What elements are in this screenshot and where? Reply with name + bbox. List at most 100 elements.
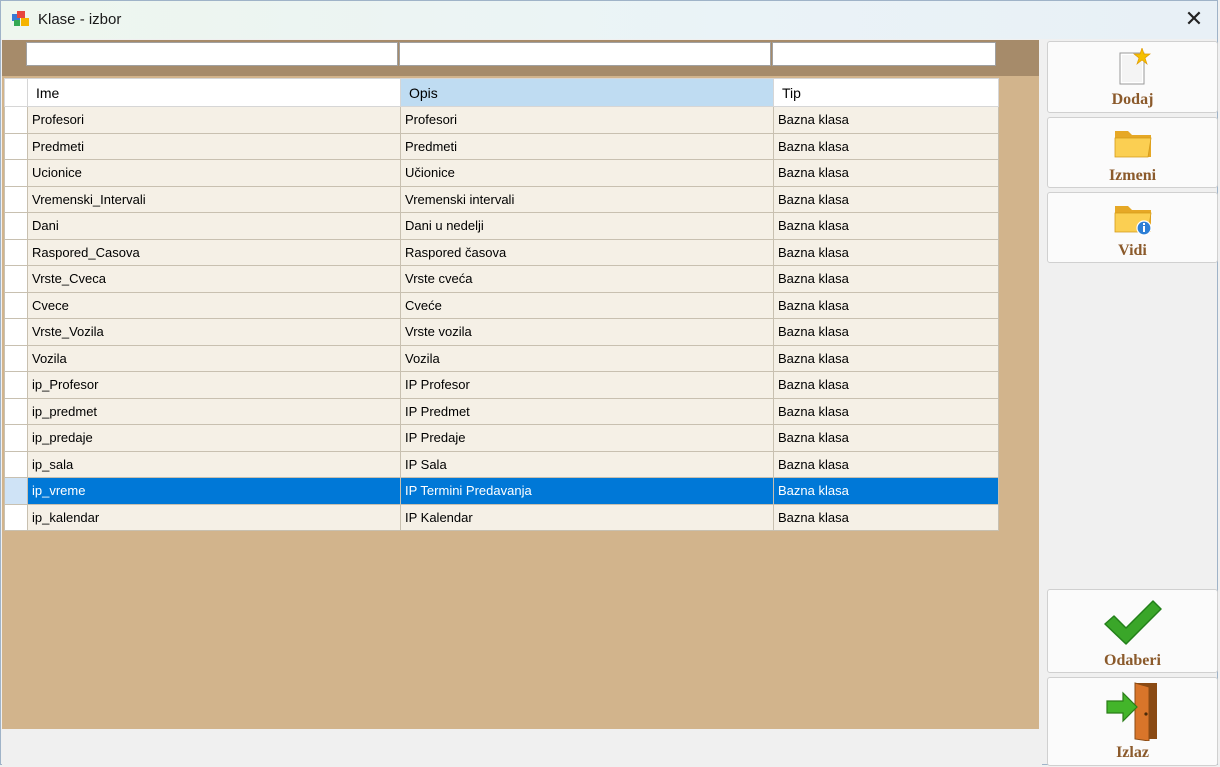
table-row[interactable]: Profesori Profesori Bazna klasa [4, 106, 999, 134]
filter-ime-input[interactable] [26, 42, 398, 66]
table-row[interactable]: Raspored_Casova Raspored časova Bazna klas… [4, 238, 999, 266]
table-row[interactable]: Vrste_Cveca Vrste cveća Bazna klasa [4, 265, 999, 293]
table-row[interactable]: Cvece Cveće Bazna klasa [4, 291, 999, 319]
table-row[interactable]: ip_vreme IP Termini Predavanja Bazna klasa [4, 477, 999, 505]
row-header-cell[interactable] [4, 106, 28, 134]
cell-opis[interactable]: IP Profesor [400, 371, 774, 399]
cell-ime[interactable]: Predmeti [27, 132, 401, 160]
window-title: Klase - izbor [38, 11, 122, 28]
cell-tip[interactable]: Bazna klasa [773, 371, 999, 399]
row-header-cell[interactable] [4, 212, 28, 240]
row-header-cell[interactable] [4, 450, 28, 478]
checkmark-icon [1103, 600, 1162, 645]
cell-opis[interactable]: Profesori [400, 106, 774, 134]
table-row[interactable]: ip_Profesor IP Profesor Bazna klasa [4, 371, 999, 399]
row-header-cell[interactable] [4, 185, 28, 213]
row-header-cell[interactable] [4, 291, 28, 319]
cell-tip[interactable]: Bazna klasa [773, 238, 999, 266]
row-header-cell[interactable] [4, 238, 28, 266]
column-header-ime[interactable]: Ime [27, 78, 401, 107]
cell-opis[interactable]: Učionice [400, 159, 774, 187]
cell-tip[interactable]: Bazna klasa [773, 344, 999, 372]
cell-opis[interactable]: Vremenski intervali [400, 185, 774, 213]
cell-tip[interactable]: Bazna klasa [773, 132, 999, 160]
cell-ime[interactable]: Raspored_Casova [27, 238, 401, 266]
table-row[interactable]: Vremenski_Intervali Vremenski intervali Ba… [4, 185, 999, 213]
cell-opis[interactable]: IP Sala [400, 450, 774, 478]
table-row[interactable]: ip_sala IP Sala Bazna klasa [4, 450, 999, 478]
row-header-cell[interactable] [4, 132, 28, 160]
close-icon[interactable]: ✕ [1181, 6, 1207, 32]
table-header-row: Ime Opis Tip [4, 78, 999, 107]
cell-ime[interactable]: ip_sala [27, 450, 401, 478]
cell-ime[interactable]: Vozila [27, 344, 401, 372]
table-row[interactable]: ip_predmet IP Predmet Bazna klasa [4, 397, 999, 425]
table-row[interactable]: ip_kalendar IP Kalendar Bazna klasa [4, 503, 999, 531]
cell-opis[interactable]: IP Kalendar [400, 503, 774, 531]
cell-opis[interactable]: Predmeti [400, 132, 774, 160]
cell-ime[interactable]: Profesori [27, 106, 401, 134]
vidi-button[interactable]: Vidi [1047, 192, 1218, 263]
cell-tip[interactable]: Bazna klasa [773, 424, 999, 452]
cell-opis[interactable]: Vrste cveća [400, 265, 774, 293]
cell-ime[interactable]: Vrste_Vozila [27, 318, 401, 346]
cell-ime[interactable]: ip_vreme [27, 477, 401, 505]
row-header-cell[interactable] [4, 265, 28, 293]
row-header-cell[interactable] [4, 371, 28, 399]
cell-ime[interactable]: ip_predaje [27, 424, 401, 452]
cell-opis[interactable]: IP Predmet [400, 397, 774, 425]
cell-ime[interactable]: Dani [27, 212, 401, 240]
row-header-cell[interactable] [4, 477, 28, 505]
table-row[interactable]: ip_predaje IP Predaje Bazna klasa [4, 424, 999, 452]
table-row[interactable]: Vrste_Vozila Vrste vozila Bazna klasa [4, 318, 999, 346]
classes-table: Ime Opis Tip Profesori Profesori Bazna kla… [4, 78, 999, 531]
odaberi-button[interactable]: Odaberi [1047, 589, 1218, 673]
cell-opis[interactable]: IP Termini Predavanja [400, 477, 774, 505]
table-row[interactable]: Vozila Vozila Bazna klasa [4, 344, 999, 372]
cell-tip[interactable]: Bazna klasa [773, 318, 999, 346]
cell-ime[interactable]: Ucionice [27, 159, 401, 187]
izmeni-button[interactable]: Izmeni [1047, 117, 1218, 188]
cell-opis[interactable]: Vozila [400, 344, 774, 372]
row-header-cell[interactable] [4, 397, 28, 425]
izlaz-button[interactable]: Izlaz [1047, 677, 1218, 766]
row-header-cell[interactable] [4, 344, 28, 372]
cell-tip[interactable]: Bazna klasa [773, 106, 999, 134]
filter-tip-input[interactable] [772, 42, 996, 66]
cell-tip[interactable]: Bazna klasa [773, 397, 999, 425]
cell-opis[interactable]: Dani u nedelji [400, 212, 774, 240]
cell-opis[interactable]: Raspored časova [400, 238, 774, 266]
row-header-cell[interactable] [4, 318, 28, 346]
cell-tip[interactable]: Bazna klasa [773, 477, 999, 505]
row-header-cell[interactable] [4, 503, 28, 531]
table-row[interactable]: Predmeti Predmeti Bazna klasa [4, 132, 999, 160]
column-header-opis[interactable]: Opis [400, 78, 774, 107]
folder-info-icon [1114, 206, 1152, 236]
status-strip [2, 729, 1042, 765]
cell-tip[interactable]: Bazna klasa [773, 185, 999, 213]
new-document-icon [1119, 48, 1151, 85]
cell-tip[interactable]: Bazna klasa [773, 212, 999, 240]
cell-tip[interactable]: Bazna klasa [773, 291, 999, 319]
filter-opis-input[interactable] [399, 42, 771, 66]
cell-tip[interactable]: Bazna klasa [773, 503, 999, 531]
dodaj-button[interactable]: Dodaj [1047, 41, 1218, 113]
table-row[interactable]: Dani Dani u nedelji Bazna klasa [4, 212, 999, 240]
cell-ime[interactable]: Vremenski_Intervali [27, 185, 401, 213]
cell-tip[interactable]: Bazna klasa [773, 450, 999, 478]
row-header-cell[interactable] [4, 159, 28, 187]
cell-tip[interactable]: Bazna klasa [773, 265, 999, 293]
cell-opis[interactable]: IP Predaje [400, 424, 774, 452]
cell-opis[interactable]: Vrste vozila [400, 318, 774, 346]
cell-ime[interactable]: Vrste_Cveca [27, 265, 401, 293]
column-header-tip[interactable]: Tip [773, 78, 999, 107]
izmeni-label: Izmeni [1108, 167, 1157, 184]
table-row[interactable]: Ucionice Učionice Bazna klasa [4, 159, 999, 187]
cell-ime[interactable]: Cvece [27, 291, 401, 319]
cell-tip[interactable]: Bazna klasa [773, 159, 999, 187]
cell-ime[interactable]: ip_Profesor [27, 371, 401, 399]
row-header-cell[interactable] [4, 424, 28, 452]
cell-opis[interactable]: Cveće [400, 291, 774, 319]
cell-ime[interactable]: ip_kalendar [27, 503, 401, 531]
cell-ime[interactable]: ip_predmet [27, 397, 401, 425]
